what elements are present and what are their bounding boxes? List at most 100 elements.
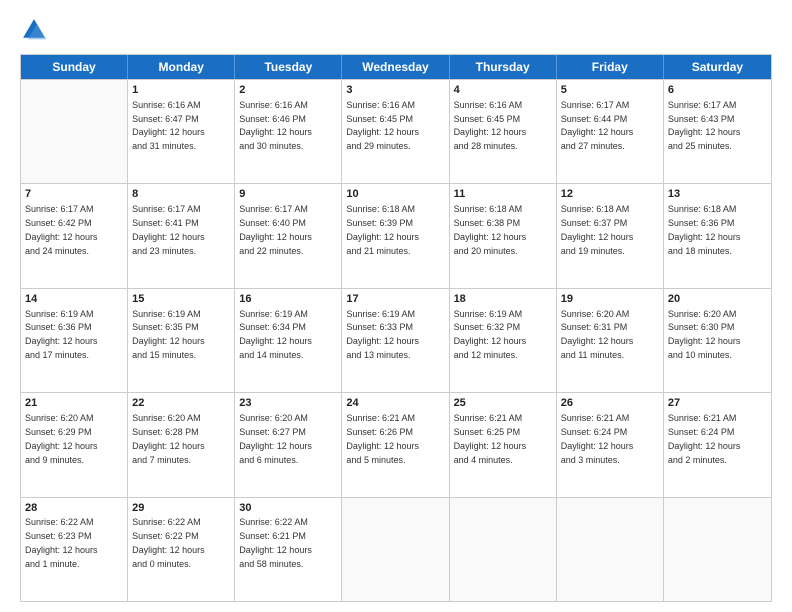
cell-info: Sunrise: 6:16 AMSunset: 6:45 PMDaylight:… <box>346 100 419 151</box>
cal-cell: 1 Sunrise: 6:16 AMSunset: 6:47 PMDaylight… <box>128 80 235 183</box>
day-number: 5 <box>561 83 659 98</box>
calendar-body: 1 Sunrise: 6:16 AMSunset: 6:47 PMDaylight… <box>21 79 771 601</box>
cal-cell <box>342 498 449 601</box>
week-row-2: 7Sunrise: 6:17 AMSunset: 6:42 PMDaylight… <box>21 183 771 287</box>
day-number: 18 <box>454 292 552 307</box>
cal-cell: 19 Sunrise: 6:20 AMSunset: 6:31 PMDayligh… <box>557 289 664 392</box>
cal-cell: 5 Sunrise: 6:17 AMSunset: 6:44 PMDaylight… <box>557 80 664 183</box>
cell-info: Sunrise: 6:19 AMSunset: 6:34 PMDaylight:… <box>239 309 312 360</box>
cal-cell: 14 Sunrise: 6:19 AMSunset: 6:36 PMDayligh… <box>21 289 128 392</box>
cal-cell: 8Sunrise: 6:17 AMSunset: 6:41 PMDaylight… <box>128 184 235 287</box>
day-number: 29 <box>132 501 230 516</box>
cell-info: Sunrise: 6:22 AMSunset: 6:23 PMDaylight:… <box>25 517 98 568</box>
day-number: 11 <box>454 187 552 202</box>
week-row-1: 1 Sunrise: 6:16 AMSunset: 6:47 PMDaylight… <box>21 79 771 183</box>
day-header-thursday: Thursday <box>450 55 557 79</box>
cell-info: Sunrise: 6:19 AMSunset: 6:32 PMDaylight:… <box>454 309 527 360</box>
day-number: 28 <box>25 501 123 516</box>
cal-cell <box>450 498 557 601</box>
cell-info: Sunrise: 6:22 AMSunset: 6:22 PMDaylight:… <box>132 517 205 568</box>
day-number: 12 <box>561 187 659 202</box>
cal-cell <box>557 498 664 601</box>
cell-info: Sunrise: 6:19 AMSunset: 6:35 PMDaylight:… <box>132 309 205 360</box>
day-number: 2 <box>239 83 337 98</box>
cal-cell: 12 Sunrise: 6:18 AMSunset: 6:37 PMDayligh… <box>557 184 664 287</box>
cell-info: Sunrise: 6:20 AMSunset: 6:29 PMDaylight:… <box>25 413 98 464</box>
logo <box>20 16 52 44</box>
day-number: 21 <box>25 396 123 411</box>
day-number: 6 <box>668 83 767 98</box>
cell-info: Sunrise: 6:17 AMSunset: 6:44 PMDaylight:… <box>561 100 634 151</box>
cal-cell: 26 Sunrise: 6:21 AMSunset: 6:24 PMDayligh… <box>557 393 664 496</box>
cal-cell: 3 Sunrise: 6:16 AMSunset: 6:45 PMDaylight… <box>342 80 449 183</box>
day-number: 19 <box>561 292 659 307</box>
cal-cell: 9 Sunrise: 6:17 AMSunset: 6:40 PMDaylight… <box>235 184 342 287</box>
cal-cell: 6Sunrise: 6:17 AMSunset: 6:43 PMDaylight… <box>664 80 771 183</box>
cal-cell <box>21 80 128 183</box>
day-number: 23 <box>239 396 337 411</box>
cal-cell: 7Sunrise: 6:17 AMSunset: 6:42 PMDaylight… <box>21 184 128 287</box>
week-row-4: 21 Sunrise: 6:20 AMSunset: 6:29 PMDayligh… <box>21 392 771 496</box>
day-number: 16 <box>239 292 337 307</box>
day-header-tuesday: Tuesday <box>235 55 342 79</box>
cal-cell: 25 Sunrise: 6:21 AMSunset: 6:25 PMDayligh… <box>450 393 557 496</box>
cell-info: Sunrise: 6:21 AMSunset: 6:25 PMDaylight:… <box>454 413 527 464</box>
cal-cell: 29Sunrise: 6:22 AMSunset: 6:22 PMDayligh… <box>128 498 235 601</box>
day-number: 27 <box>668 396 767 411</box>
cell-info: Sunrise: 6:21 AMSunset: 6:24 PMDaylight:… <box>668 413 741 464</box>
cal-cell: 18 Sunrise: 6:19 AMSunset: 6:32 PMDayligh… <box>450 289 557 392</box>
day-header-saturday: Saturday <box>664 55 771 79</box>
cal-cell: 11 Sunrise: 6:18 AMSunset: 6:38 PMDayligh… <box>450 184 557 287</box>
cal-cell: 2 Sunrise: 6:16 AMSunset: 6:46 PMDaylight… <box>235 80 342 183</box>
cell-info: Sunrise: 6:20 AMSunset: 6:28 PMDaylight:… <box>132 413 205 464</box>
day-header-sunday: Sunday <box>21 55 128 79</box>
cell-info: Sunrise: 6:19 AMSunset: 6:36 PMDaylight:… <box>25 309 98 360</box>
cell-info: Sunrise: 6:20 AMSunset: 6:30 PMDaylight:… <box>668 309 741 360</box>
calendar-header: SundayMondayTuesdayWednesdayThursdayFrid… <box>21 55 771 79</box>
day-header-monday: Monday <box>128 55 235 79</box>
cal-cell: 16 Sunrise: 6:19 AMSunset: 6:34 PMDayligh… <box>235 289 342 392</box>
week-row-5: 28Sunrise: 6:22 AMSunset: 6:23 PMDayligh… <box>21 497 771 601</box>
cell-info: Sunrise: 6:22 AMSunset: 6:21 PMDaylight:… <box>239 517 312 568</box>
cell-info: Sunrise: 6:20 AMSunset: 6:31 PMDaylight:… <box>561 309 634 360</box>
cal-cell: 24 Sunrise: 6:21 AMSunset: 6:26 PMDayligh… <box>342 393 449 496</box>
day-number: 1 <box>132 83 230 98</box>
cal-cell: 15 Sunrise: 6:19 AMSunset: 6:35 PMDayligh… <box>128 289 235 392</box>
cal-cell: 23Sunrise: 6:20 AMSunset: 6:27 PMDayligh… <box>235 393 342 496</box>
cal-cell: 30Sunrise: 6:22 AMSunset: 6:21 PMDayligh… <box>235 498 342 601</box>
cal-cell: 4 Sunrise: 6:16 AMSunset: 6:45 PMDaylight… <box>450 80 557 183</box>
cell-info: Sunrise: 6:18 AMSunset: 6:38 PMDaylight:… <box>454 204 527 255</box>
cell-info: Sunrise: 6:18 AMSunset: 6:39 PMDaylight:… <box>346 204 419 255</box>
page: SundayMondayTuesdayWednesdayThursdayFrid… <box>0 0 792 612</box>
logo-icon <box>20 16 48 44</box>
day-number: 9 <box>239 187 337 202</box>
cell-info: Sunrise: 6:21 AMSunset: 6:26 PMDaylight:… <box>346 413 419 464</box>
day-number: 24 <box>346 396 444 411</box>
day-number: 13 <box>668 187 767 202</box>
day-number: 15 <box>132 292 230 307</box>
cal-cell: 28Sunrise: 6:22 AMSunset: 6:23 PMDayligh… <box>21 498 128 601</box>
cal-cell: 13 Sunrise: 6:18 AMSunset: 6:36 PMDayligh… <box>664 184 771 287</box>
cell-info: Sunrise: 6:17 AMSunset: 6:40 PMDaylight:… <box>239 204 312 255</box>
cal-cell: 22Sunrise: 6:20 AMSunset: 6:28 PMDayligh… <box>128 393 235 496</box>
day-number: 10 <box>346 187 444 202</box>
header <box>20 16 772 44</box>
cell-info: Sunrise: 6:16 AMSunset: 6:46 PMDaylight:… <box>239 100 312 151</box>
cell-info: Sunrise: 6:21 AMSunset: 6:24 PMDaylight:… <box>561 413 634 464</box>
calendar: SundayMondayTuesdayWednesdayThursdayFrid… <box>20 54 772 602</box>
cell-info: Sunrise: 6:16 AMSunset: 6:45 PMDaylight:… <box>454 100 527 151</box>
cell-info: Sunrise: 6:16 AMSunset: 6:47 PMDaylight:… <box>132 100 205 151</box>
day-header-wednesday: Wednesday <box>342 55 449 79</box>
day-number: 17 <box>346 292 444 307</box>
cell-info: Sunrise: 6:18 AMSunset: 6:36 PMDaylight:… <box>668 204 741 255</box>
day-number: 25 <box>454 396 552 411</box>
day-number: 7 <box>25 187 123 202</box>
day-number: 30 <box>239 501 337 516</box>
cal-cell: 10 Sunrise: 6:18 AMSunset: 6:39 PMDayligh… <box>342 184 449 287</box>
day-number: 20 <box>668 292 767 307</box>
day-number: 3 <box>346 83 444 98</box>
day-number: 4 <box>454 83 552 98</box>
day-number: 14 <box>25 292 123 307</box>
cell-info: Sunrise: 6:18 AMSunset: 6:37 PMDaylight:… <box>561 204 634 255</box>
day-number: 26 <box>561 396 659 411</box>
